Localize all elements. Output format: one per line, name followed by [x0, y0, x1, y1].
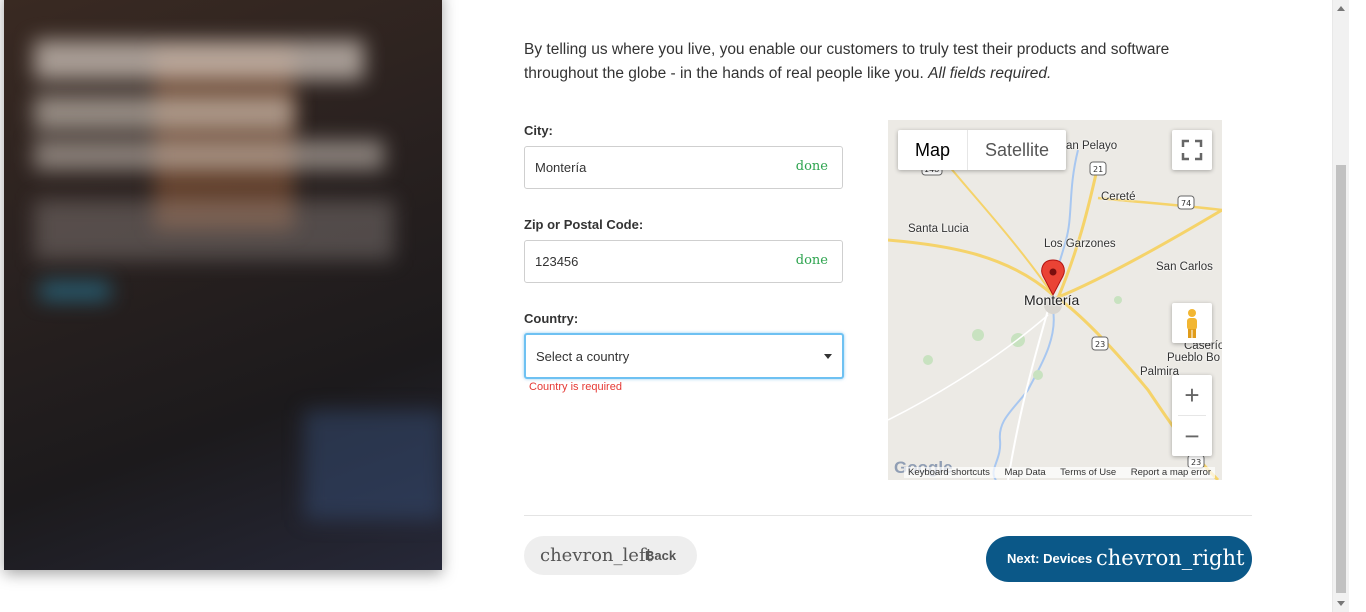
zip-done-icon: done [795, 253, 828, 268]
fullscreen-button[interactable] [1172, 130, 1212, 170]
fullscreen-icon [1181, 139, 1203, 161]
city-value: Montería [535, 160, 587, 175]
divider [524, 515, 1252, 516]
route-74-label: 74 [1181, 199, 1191, 208]
city-done-icon: done [795, 159, 828, 174]
chevron-left-icon: chevron_left [540, 545, 653, 566]
scroll-down-icon[interactable] [1337, 601, 1345, 606]
map-data-link[interactable]: Map Data [1005, 467, 1046, 478]
city-field[interactable]: Montería done [524, 146, 843, 189]
route-21-label: 21 [1093, 165, 1103, 174]
place-label: an Pelayo [1066, 140, 1118, 152]
place-label: Santa Lucia [908, 223, 969, 235]
city-label: City: [524, 123, 553, 138]
place-label: Los Garzones [1044, 238, 1116, 250]
country-error: Country is required [529, 381, 622, 393]
scroll-up-icon[interactable] [1337, 6, 1345, 11]
zoom-out-button[interactable]: − [1172, 416, 1212, 456]
report-error-link[interactable]: Report a map error [1131, 467, 1211, 478]
map-attribution: Keyboard shortcuts Map Data Terms of Use… [904, 467, 1216, 478]
zip-field[interactable]: 123456 done [524, 240, 843, 283]
route-23b-label: 23 [1191, 458, 1201, 467]
back-label: Back [645, 548, 677, 563]
caret-down-icon [824, 354, 832, 359]
country-select-value: Select a country [536, 349, 630, 364]
pegman-icon [1187, 309, 1197, 338]
zip-label: Zip or Postal Code: [524, 217, 644, 232]
place-label: San Carlos [1156, 261, 1213, 273]
zoom-in-button[interactable]: + [1172, 375, 1212, 415]
place-label: Cereté [1101, 191, 1136, 203]
terms-link[interactable]: Terms of Use [1060, 467, 1116, 478]
next-devices-button[interactable]: Next: Devices chevron_right [986, 536, 1252, 582]
next-label: Next: Devices [1007, 551, 1093, 566]
country-select[interactable]: Select a country [524, 333, 844, 379]
place-label-main: Montería [1024, 292, 1080, 308]
page-scrollbar[interactable] [1332, 0, 1349, 612]
zip-value: 123456 [535, 254, 579, 269]
route-23-label: 23 [1095, 340, 1105, 349]
zoom-control: + − [1172, 375, 1212, 456]
country-label: Country: [524, 311, 579, 326]
street-view-button[interactable] [1172, 303, 1212, 343]
place-label: Pueblo Bo [1167, 352, 1221, 364]
map-type-satellite-button[interactable]: Satellite [968, 130, 1066, 170]
map-type-control: Map Satellite [898, 130, 1067, 170]
hero-image [4, 0, 442, 570]
chevron-right-icon: chevron_right [1096, 546, 1245, 570]
scrollbar-thumb[interactable] [1336, 165, 1346, 593]
map-type-map-button[interactable]: Map [898, 130, 969, 170]
required-note: All fields required. [928, 65, 1052, 82]
back-button[interactable]: chevron_left Back [524, 536, 697, 575]
keyboard-shortcuts-link[interactable]: Keyboard shortcuts [908, 467, 990, 478]
map[interactable]: 21 74 23 23 148 an Pelayo Cereté Santa L… [888, 120, 1222, 480]
intro-text: By telling us where you live, you enable… [524, 41, 1170, 82]
